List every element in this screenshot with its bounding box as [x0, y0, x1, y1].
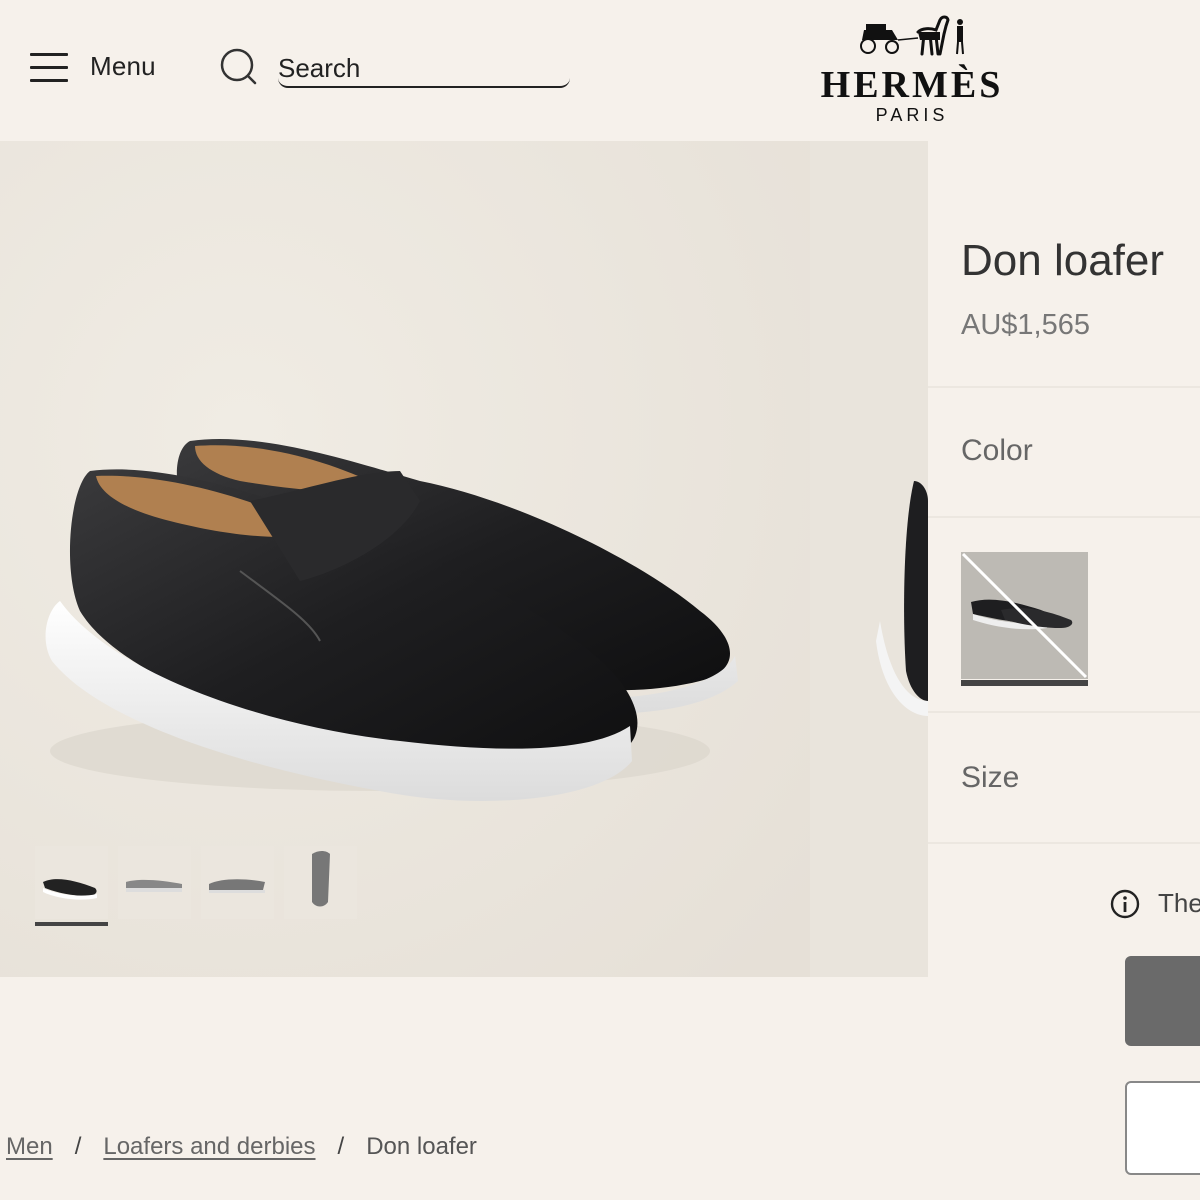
search-icon[interactable] — [218, 46, 258, 86]
breadcrumb-separator: / — [337, 1133, 345, 1160]
info-text: The — [1158, 888, 1200, 918]
thumbnail-strip — [35, 846, 357, 926]
search-bar — [218, 46, 570, 88]
divider — [928, 386, 1200, 388]
selected-color-indicator — [961, 680, 1088, 686]
divider — [928, 711, 1200, 713]
thumbnail-1[interactable] — [35, 846, 108, 926]
add-to-cart-button[interactable] — [1125, 956, 1200, 1046]
brand-logo[interactable]: HERMÈS PARIS — [812, 10, 1012, 126]
product-gallery[interactable] — [0, 141, 810, 977]
hamburger-icon — [30, 50, 68, 82]
thumbnail-3[interactable] — [201, 846, 274, 919]
menu-label: Menu — [90, 50, 156, 81]
product-info-panel: Don loafer AU$1,565 Color Size The — [928, 196, 1200, 1200]
gallery-next-preview[interactable] — [810, 141, 928, 977]
breadcrumb-link-men[interactable]: Men — [6, 1133, 53, 1161]
thumbnail-2[interactable] — [118, 846, 191, 919]
secondary-action-button[interactable] — [1125, 1081, 1200, 1175]
divider — [928, 842, 1200, 844]
brand-wordmark: HERMÈS — [820, 64, 1004, 106]
info-notice: The — [1110, 888, 1200, 919]
divider — [928, 516, 1200, 518]
size-label[interactable]: Size — [961, 761, 1019, 795]
site-header: Menu HERMÈS PARIS — [0, 0, 1200, 141]
color-swatch[interactable] — [961, 552, 1088, 679]
breadcrumb-current: Don loafer — [366, 1133, 477, 1160]
product-title: Don loafer — [961, 236, 1165, 285]
menu-button[interactable]: Menu — [30, 50, 156, 82]
search-input[interactable] — [278, 46, 570, 88]
brand-city: PARIS — [875, 105, 949, 125]
breadcrumb-separator: / — [74, 1133, 82, 1160]
info-icon — [1110, 889, 1140, 918]
product-price: AU$1,565 — [961, 309, 1090, 341]
carriage-icon — [860, 15, 964, 56]
color-label: Color — [961, 434, 1033, 467]
breadcrumb-link-loafers[interactable]: Loafers and derbies — [103, 1133, 315, 1161]
breadcrumb: Men / Loafers and derbies / Don loafer — [6, 1133, 477, 1161]
thumbnail-4[interactable] — [284, 846, 357, 919]
